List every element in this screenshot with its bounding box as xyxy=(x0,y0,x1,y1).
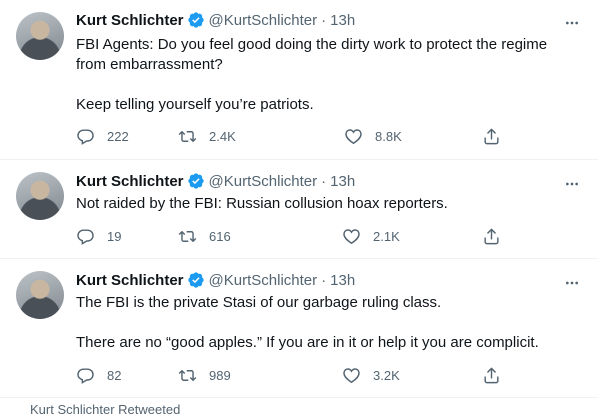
tweet-header: Kurt Schlichter @KurtSchlichter · 13h xyxy=(76,172,355,190)
timestamp[interactable]: 13h xyxy=(330,12,355,29)
separator-dot: · xyxy=(321,11,327,29)
verified-badge-icon xyxy=(187,172,205,190)
author-handle[interactable]: @KurtSchlichter xyxy=(209,272,318,289)
timestamp[interactable]: 13h xyxy=(330,173,355,190)
tweet-header: Kurt Schlichter @KurtSchlichter · 13h xyxy=(76,11,355,29)
share-button[interactable] xyxy=(482,366,513,385)
like-button[interactable]: 3.2K xyxy=(342,366,400,385)
reply-icon xyxy=(76,366,95,385)
reply-button[interactable]: 19 xyxy=(76,227,121,246)
reply-button[interactable]: 82 xyxy=(76,366,121,385)
retweet-button[interactable]: 2.4K xyxy=(178,127,236,146)
separator-dot: · xyxy=(321,172,327,190)
like-button[interactable]: 8.8K xyxy=(344,127,402,146)
retweet-icon xyxy=(178,366,197,385)
like-count: 8.8K xyxy=(375,129,402,144)
like-icon xyxy=(342,366,361,385)
share-icon xyxy=(482,366,501,385)
tweet-paragraph: There are no “good apples.” If you are i… xyxy=(76,334,539,351)
tweet-text: FBI Agents: Do you feel good doing the d… xyxy=(76,35,576,115)
retweet-icon xyxy=(178,227,197,246)
verified-badge-icon xyxy=(187,11,205,29)
like-count: 2.1K xyxy=(373,229,400,244)
avatar[interactable] xyxy=(16,172,64,220)
share-button[interactable] xyxy=(482,227,513,246)
reply-count: 19 xyxy=(107,229,122,244)
avatar[interactable] xyxy=(16,271,64,319)
share-icon xyxy=(482,127,501,146)
more-icon[interactable] xyxy=(564,275,580,291)
retweet-icon xyxy=(178,127,197,146)
reply-button[interactable]: 222 xyxy=(76,127,129,146)
tweet-text: The FBI is the private Stasi of our garb… xyxy=(76,293,576,353)
retweet-button[interactable]: 989 xyxy=(178,366,231,385)
reply-icon xyxy=(76,227,95,246)
like-icon xyxy=(344,127,363,146)
like-icon xyxy=(342,227,361,246)
like-count: 3.2K xyxy=(373,368,400,383)
tweet-header: Kurt Schlichter @KurtSchlichter · 13h xyxy=(76,271,355,289)
author-handle[interactable]: @KurtSchlichter xyxy=(209,12,318,29)
share-icon xyxy=(482,227,501,246)
tweet-paragraph: FBI Agents: Do you feel good doing the d… xyxy=(76,36,548,73)
reply-count: 222 xyxy=(107,129,129,144)
separator-dot: · xyxy=(321,271,327,289)
author-name[interactable]: Kurt Schlichter xyxy=(76,272,184,289)
tweet-paragraph: Keep telling yourself you’re patriots. xyxy=(76,96,314,113)
more-icon[interactable] xyxy=(564,15,580,31)
reply-icon xyxy=(76,127,95,146)
author-name[interactable]: Kurt Schlichter xyxy=(76,12,184,29)
like-button[interactable]: 2.1K xyxy=(342,227,400,246)
tweet[interactable]: Kurt Schlichter @KurtSchlichter · 13h FB… xyxy=(0,0,598,160)
author-handle[interactable]: @KurtSchlichter xyxy=(209,173,318,190)
retweet-button[interactable]: 616 xyxy=(178,227,231,246)
avatar[interactable] xyxy=(16,12,64,60)
more-icon[interactable] xyxy=(564,176,580,192)
tweet-paragraph: The FBI is the private Stasi of our garb… xyxy=(76,294,442,311)
author-name[interactable]: Kurt Schlichter xyxy=(76,173,184,190)
retweet-count: 2.4K xyxy=(209,129,236,144)
retweet-count: 616 xyxy=(209,229,231,244)
tweet[interactable]: Kurt Schlichter @KurtSchlichter · 13h Th… xyxy=(0,259,598,398)
tweet-actions: 222 2.4K 8.8K xyxy=(76,127,516,147)
tweet-text: Not raided by the FBI: Russian collusion… xyxy=(76,194,576,214)
timestamp[interactable]: 13h xyxy=(330,272,355,289)
tweet-paragraph: Not raided by the FBI: Russian collusion… xyxy=(76,195,448,212)
tweet[interactable]: Kurt Schlichter @KurtSchlichter · 13h No… xyxy=(0,160,598,259)
retweeted-text: Kurt Schlichter Retweeted xyxy=(30,402,181,417)
tweet-actions: 82 989 3.2K xyxy=(76,366,516,386)
reply-count: 82 xyxy=(107,368,122,383)
verified-badge-icon xyxy=(187,271,205,289)
retweet-count: 989 xyxy=(209,368,231,383)
retweeted-label[interactable]: Kurt Schlichter Retweeted xyxy=(30,402,180,417)
tweet-actions: 19 616 2.1K xyxy=(76,227,516,247)
share-button[interactable] xyxy=(482,127,513,146)
